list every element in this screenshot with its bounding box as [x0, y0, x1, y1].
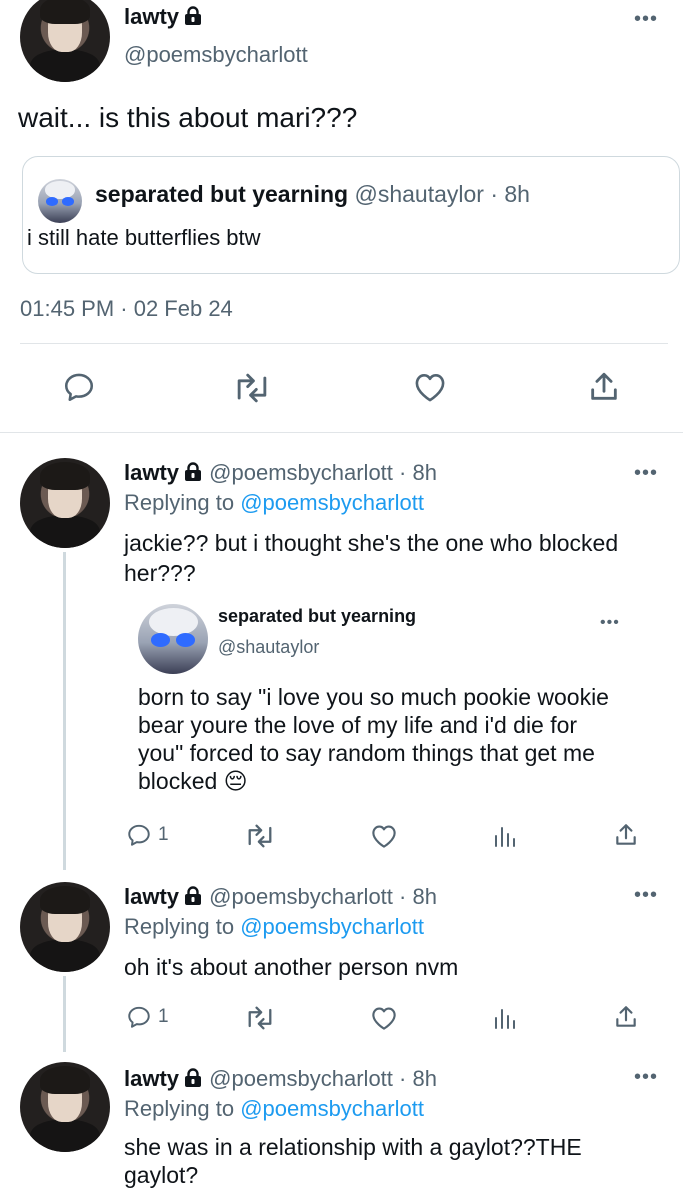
author-name[interactable]: lawty [124, 1066, 179, 1091]
replying-to-link[interactable]: @poemsbycharlott [240, 914, 424, 939]
replying-to-label: Replying to [124, 1096, 235, 1121]
quote-avatar [38, 179, 82, 223]
retweet-icon[interactable] [244, 1005, 276, 1031]
share-icon[interactable] [614, 822, 638, 848]
pensive-emoji: 😔 [223, 768, 248, 794]
thread-line [63, 976, 66, 1052]
more-icon[interactable]: ••• [634, 1067, 658, 1087]
replying-to-link[interactable]: @poemsbycharlott [240, 490, 424, 515]
reply-icon[interactable] [126, 1004, 152, 1030]
author-handle[interactable]: @poemsbycharlott [209, 460, 393, 485]
lock-icon [183, 462, 203, 482]
more-icon[interactable]: ••• [634, 885, 658, 905]
quoted-tweet-card[interactable]: separated but yearning @shautaylor · 8h … [22, 156, 680, 274]
quote-text: blocked [138, 768, 218, 794]
quote-avatar [138, 604, 208, 674]
tweet-time: · 8h [399, 460, 437, 485]
quote-author-handle: @shautaylor [354, 181, 484, 207]
quote-text: born to say "i love you so much pookie w… [138, 684, 609, 710]
like-icon[interactable] [369, 1005, 399, 1031]
views-icon[interactable] [493, 1006, 517, 1030]
reply-count: 1 [158, 824, 169, 845]
retweet-icon[interactable] [244, 823, 276, 849]
avatar[interactable] [20, 0, 110, 82]
tweet-text: she was in a relationship with a gaylot?… [124, 1134, 582, 1160]
share-icon[interactable] [614, 1004, 638, 1030]
quote-text: i still hate butterflies btw [27, 225, 261, 250]
lock-icon [183, 1068, 203, 1088]
tweet-text: wait... is this about mari??? [18, 102, 358, 133]
more-icon[interactable]: ••• [634, 463, 658, 483]
lock-icon [183, 886, 203, 906]
replying-to-label: Replying to [124, 490, 235, 515]
tweet-time: · 8h [399, 884, 437, 909]
quote-text: bear youre the love of my life and i'd d… [138, 712, 578, 738]
replying-to-link[interactable]: @poemsbycharlott [240, 1096, 424, 1121]
quote-time: · 8h [490, 181, 530, 207]
quote-text: you" forced to say random things that ge… [138, 740, 595, 766]
reply-count: 1 [158, 1006, 169, 1027]
tweet-time: · 8h [399, 1066, 437, 1091]
author-handle[interactable]: @poemsbycharlott [209, 884, 393, 909]
tweet-text: her??? [124, 560, 196, 586]
tweet-text: jackie?? but i thought she's the one who… [124, 530, 619, 556]
quote-author-handle: @shautaylor [218, 637, 320, 657]
tweet-timestamp[interactable]: 01:45 PM · 02 Feb 24 [20, 296, 233, 322]
divider [20, 343, 668, 344]
views-icon[interactable] [493, 824, 517, 848]
replying-to-label: Replying to [124, 914, 235, 939]
retweet-icon[interactable] [232, 372, 272, 404]
avatar[interactable] [20, 1062, 110, 1152]
author-handle[interactable]: @poemsbycharlott [209, 1066, 393, 1091]
reply-icon[interactable] [62, 370, 96, 404]
share-icon[interactable] [588, 370, 620, 404]
like-icon[interactable] [369, 823, 399, 849]
quote-author-name: separated but yearning [218, 606, 417, 626]
author-name[interactable]: lawty [124, 884, 179, 909]
like-icon[interactable] [412, 371, 448, 403]
author-name[interactable]: lawty [124, 4, 179, 29]
thread-line [63, 552, 66, 870]
more-icon[interactable]: ••• [634, 9, 658, 29]
avatar[interactable] [20, 882, 110, 972]
quote-author-name: separated but yearning [95, 181, 349, 207]
lock-icon [183, 6, 203, 26]
tweet-text: gaylot? [124, 1162, 199, 1188]
reply-icon[interactable] [126, 822, 152, 848]
tweet-text: oh it's about another person nvm [124, 954, 459, 980]
more-icon[interactable]: ••• [600, 615, 620, 631]
author-handle[interactable]: @poemsbycharlott [124, 42, 308, 68]
divider [0, 432, 683, 433]
author-name[interactable]: lawty [124, 460, 179, 485]
avatar[interactable] [20, 458, 110, 548]
